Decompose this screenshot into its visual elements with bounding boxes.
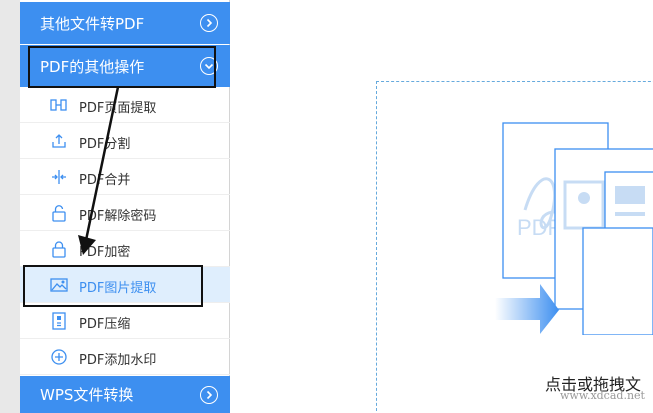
chevron-right-icon[interactable] [200,14,218,32]
highlight-box-image-extract [23,265,203,307]
unlock-icon [50,204,68,222]
file-convert-illustration: PDF [495,122,653,335]
lock-icon [50,240,68,258]
highlight-box-pdf-other-ops [28,46,216,88]
site-watermark: www.xdcad.net [560,389,645,402]
add-circle-icon [50,348,68,366]
sidebar-item-compress[interactable]: PDF压缩 [20,303,230,339]
page-extract-icon [50,96,68,114]
section-other-to-pdf-label: 其他文件转PDF [40,14,145,33]
merge-icon [50,168,68,186]
sidebar-item-add-watermark[interactable]: PDF添加水印 [20,339,230,375]
section-wps-convert[interactable]: WPS文件转换 [20,376,230,413]
section-other-to-pdf[interactable]: 其他文件转PDF [20,2,230,44]
sidebar-item-label: PDF添加水印 [79,353,157,368]
section-wps-convert-label: WPS文件转换 [40,386,134,404]
compress-icon [50,312,68,330]
left-edge-strip [0,0,20,413]
annotation-arrow [78,86,120,255]
sidebar-item-label: PDF压缩 [79,317,131,332]
chevron-right-icon[interactable] [200,386,218,404]
upload-split-icon [50,132,68,150]
